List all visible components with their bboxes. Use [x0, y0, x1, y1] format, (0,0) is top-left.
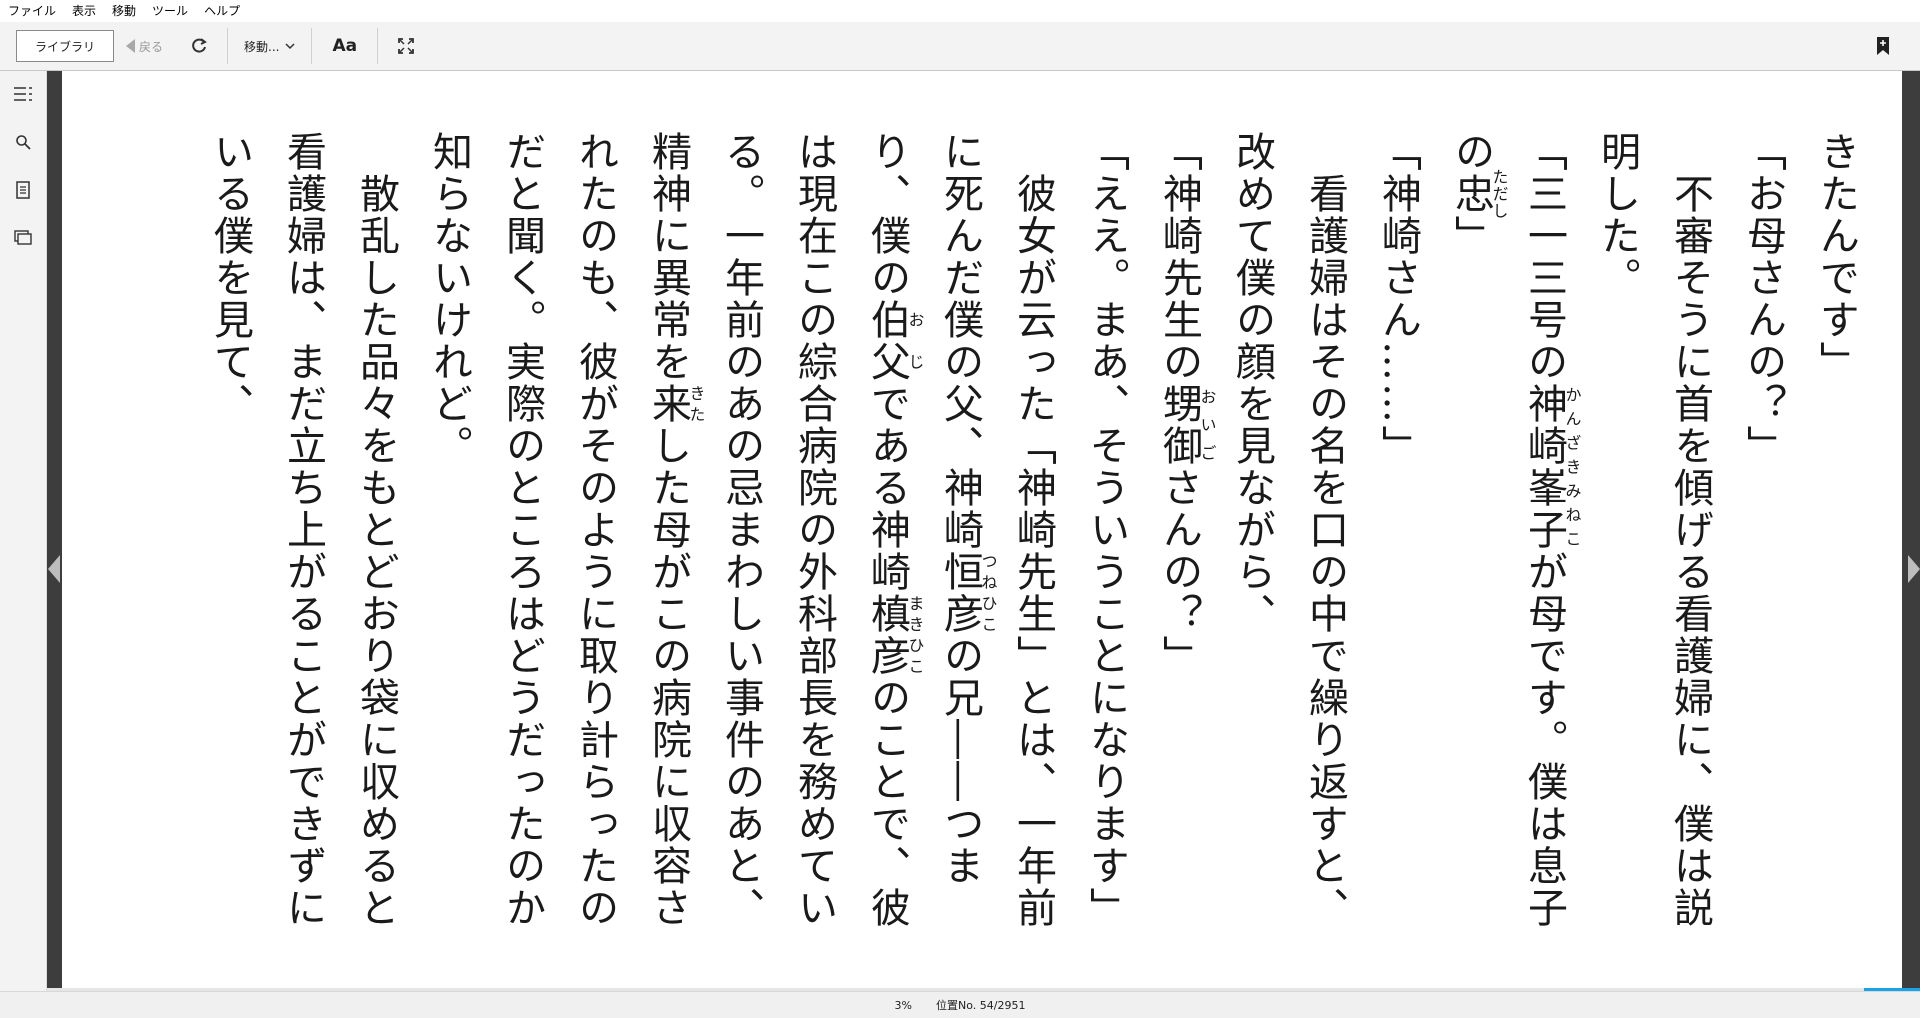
- notes-icon: [16, 181, 30, 199]
- text-line: る。一年前のあの忌まわしい事件のあと、: [718, 131, 764, 929]
- search-icon: [16, 135, 31, 150]
- text-line: 「神崎さん……」: [1375, 131, 1421, 467]
- text-line: 看護婦は、まだ立ち上がることができずに: [280, 131, 326, 929]
- bookmark-add-button[interactable]: [1876, 36, 1890, 60]
- text-line: 明した。: [1594, 131, 1640, 299]
- menu-file[interactable]: ファイル: [0, 0, 64, 22]
- text-line: り、僕の伯父おじである神崎槙彦まきひこのことで、彼: [864, 131, 925, 929]
- text-line: 「お母さんの？」: [1740, 131, 1786, 467]
- toc-icon: [14, 87, 32, 101]
- ruby-word: 神崎峯子かんざきみねこ: [1521, 383, 1582, 551]
- back-button[interactable]: 戻る: [126, 38, 163, 55]
- text-line: れたのも、彼がそのように取り計らったの: [572, 131, 618, 929]
- notes-button[interactable]: [12, 179, 34, 201]
- text-line: に死んだ僕の父、神崎恒彦つねひこの兄――つま: [937, 131, 998, 887]
- toolbar-divider: [311, 28, 313, 64]
- refresh-button[interactable]: [181, 28, 217, 64]
- text-line: の忠ただし」: [1448, 131, 1509, 257]
- library-button[interactable]: ライブラリ: [16, 30, 114, 62]
- text-line: 彼女が云った「神崎先生」とは、一年前: [1010, 131, 1056, 929]
- vertical-text-body: きたんです」 「お母さんの？」 不審そうに首を傾げる看護婦に、僕は説 明した。 …: [193, 131, 1872, 989]
- next-page-icon[interactable]: [1908, 555, 1920, 583]
- menu-bar: ファイル 表示 移動 ツール ヘルプ: [0, 0, 1920, 22]
- prev-page-icon[interactable]: [48, 555, 60, 583]
- pages-icon: [14, 230, 32, 245]
- location-readout: 位置No. 54/2951: [935, 999, 1026, 1012]
- text-line: は現在この綜合病院の外科部長を務めてい: [791, 131, 837, 929]
- menu-go[interactable]: 移動: [104, 0, 144, 22]
- goto-label: 移動...: [244, 39, 280, 54]
- text-line: 知らないけれど。: [426, 131, 472, 467]
- text-line: 「三一三号の神崎峯子かんざきみねこが母です。僕は息子: [1521, 131, 1582, 929]
- search-button[interactable]: [12, 131, 34, 153]
- fullscreen-button[interactable]: [388, 28, 424, 64]
- toolbar-divider: [377, 28, 379, 64]
- ruby-word: 甥御おいご: [1156, 383, 1217, 467]
- back-arrow-icon: [126, 39, 135, 53]
- ruby-word: 伯父おじ: [864, 299, 925, 383]
- toolbar: ライブラリ 戻る 移動... Aa: [0, 22, 1920, 71]
- progress-percent: 3%: [894, 998, 912, 1012]
- text-line: 「神崎先生の甥御おいごさんの？」: [1156, 131, 1217, 677]
- text-line: 看護婦はその名を口の中で繰り返すと、: [1302, 131, 1348, 929]
- fullscreen-icon: [398, 38, 415, 54]
- refresh-icon: [192, 38, 207, 53]
- text-line: 不審そうに首を傾げる看護婦に、僕は説: [1667, 131, 1713, 929]
- bookmark-add-icon: [1877, 37, 1889, 55]
- ruby-word: 恒彦つねひこ: [937, 551, 998, 635]
- ruby-word: 槙彦まきひこ: [864, 593, 925, 677]
- text-line: 精神に異常を来きたした母がこの病院に収容さ: [645, 131, 706, 929]
- menu-help[interactable]: ヘルプ: [196, 0, 248, 22]
- menu-tools[interactable]: ツール: [144, 0, 196, 22]
- ruby-word: 来きた: [645, 383, 706, 425]
- book-page[interactable]: きたんです」 「お母さんの？」 不審そうに首を傾げる看護婦に、僕は説 明した。 …: [62, 71, 1902, 989]
- font-settings-button[interactable]: Aa: [322, 36, 367, 56]
- text-line: 改めて僕の顔を見ながら、: [1229, 131, 1275, 635]
- text-line: いる僕を見て、: [207, 131, 253, 425]
- back-label: 戻る: [139, 39, 164, 54]
- pages-button[interactable]: [12, 227, 34, 249]
- text-line: だと聞く。実際のところはどうだったのか: [499, 131, 545, 929]
- left-sidebar: [0, 71, 47, 991]
- menu-view[interactable]: 表示: [64, 0, 104, 22]
- status-bar: 3% 位置No. 54/2951: [0, 991, 1920, 1018]
- text-line: 「ええ。まあ、そういうことになります」: [1083, 131, 1129, 929]
- toolbar-divider: [227, 28, 229, 64]
- goto-dropdown[interactable]: 移動...: [238, 38, 301, 55]
- chevron-down-icon: [285, 43, 295, 50]
- text-line: きたんです」: [1813, 131, 1859, 383]
- toc-button[interactable]: [12, 83, 34, 105]
- text-line: 散乱した品々をもとどおり袋に収めると: [353, 131, 399, 929]
- ruby-word: 忠ただし: [1448, 168, 1509, 220]
